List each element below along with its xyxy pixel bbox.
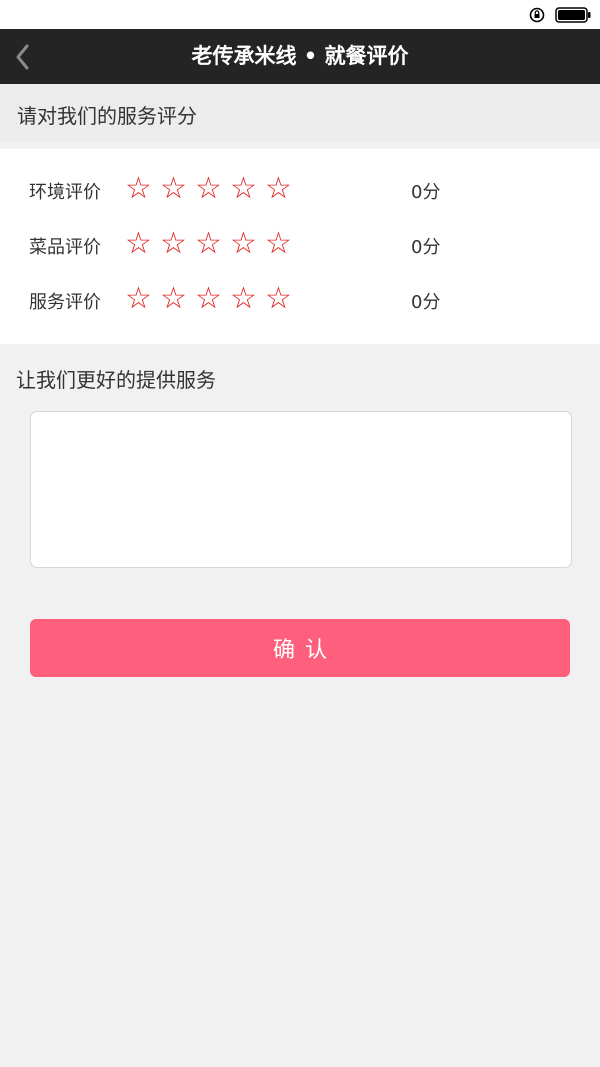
star-icon[interactable]: ☆ — [156, 226, 191, 262]
star-icon[interactable]: ☆ — [226, 171, 261, 207]
star-icon[interactable]: ☆ — [261, 226, 296, 262]
star-icon[interactable]: ☆ — [226, 281, 261, 317]
star-icon[interactable]: ☆ — [191, 226, 226, 262]
rating-row-environment: 环境评价 ☆ ☆ ☆ ☆ ☆ 0分 — [0, 169, 600, 209]
star-icon[interactable]: ☆ — [121, 171, 156, 207]
rating-section-header: 请对我们的服务评分 — [0, 84, 600, 142]
star-icon[interactable]: ☆ — [261, 281, 296, 317]
rating-label-service: 服务评价 — [29, 292, 101, 313]
confirm-button[interactable]: 确认 — [30, 619, 570, 677]
rating-row-dishes: 菜品评价 ☆ ☆ ☆ ☆ ☆ 0分 — [0, 224, 600, 264]
star-rating-environment: ☆ ☆ ☆ ☆ ☆ — [121, 171, 296, 207]
rating-score-environment: 0分 — [411, 182, 441, 203]
rating-score-dishes: 0分 — [411, 237, 441, 258]
rating-row-service: 服务评价 ☆ ☆ ☆ ☆ ☆ 0分 — [0, 279, 600, 319]
star-icon[interactable]: ☆ — [191, 171, 226, 207]
star-rating-dishes: ☆ ☆ ☆ ☆ ☆ — [121, 226, 296, 262]
feedback-title: 让我们更好的提供服务 — [16, 368, 216, 392]
star-icon[interactable]: ☆ — [156, 281, 191, 317]
rating-score-service: 0分 — [411, 292, 441, 313]
feedback-textarea[interactable] — [30, 411, 572, 568]
star-icon[interactable]: ☆ — [261, 171, 296, 207]
rating-label-dishes: 菜品评价 — [29, 237, 101, 258]
rating-section-title: 请对我们的服务评分 — [17, 104, 197, 128]
star-icon[interactable]: ☆ — [156, 171, 191, 207]
star-icon[interactable]: ☆ — [226, 226, 261, 262]
star-icon[interactable]: ☆ — [191, 281, 226, 317]
back-button[interactable] — [0, 29, 50, 84]
battery-icon — [555, 7, 591, 23]
rotation-lock-icon — [529, 7, 545, 23]
star-rating-service: ☆ ☆ ☆ ☆ ☆ — [121, 281, 296, 317]
rating-panel: 环境评价 ☆ ☆ ☆ ☆ ☆ 0分 菜品评价 ☆ ☆ ☆ ☆ ☆ 0分 服务评价… — [0, 149, 600, 344]
chevron-left-icon — [16, 44, 29, 70]
navigation-bar: 老传承米线 • 就餐评价 — [0, 29, 600, 84]
status-bar — [0, 0, 600, 29]
rating-label-environment: 环境评价 — [29, 182, 101, 203]
star-icon[interactable]: ☆ — [121, 226, 156, 262]
star-icon[interactable]: ☆ — [121, 281, 156, 317]
page-title: 老传承米线 • 就餐评价 — [191, 44, 409, 68]
